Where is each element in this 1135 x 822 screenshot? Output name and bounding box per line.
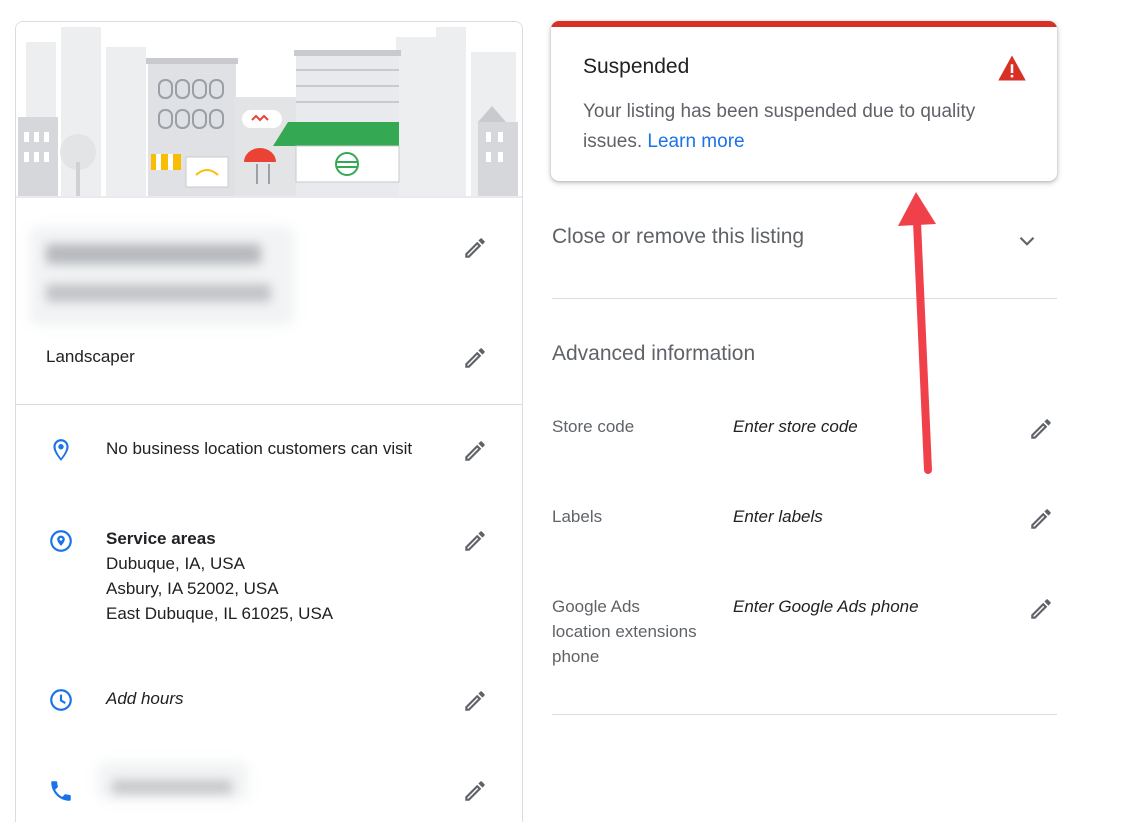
status-message: Your listing has been suspended due to q… bbox=[583, 97, 1013, 157]
business-name-redacted-line bbox=[46, 244, 261, 264]
service-area-line: Dubuque, IA, USA bbox=[106, 554, 245, 573]
ads-phone-label: Google Ads location extensions phone bbox=[552, 597, 697, 666]
store-code-value[interactable]: Enter store code bbox=[733, 414, 858, 439]
business-name-redacted-line bbox=[46, 284, 271, 302]
edit-phone-button[interactable] bbox=[462, 778, 488, 804]
business-name-redacted bbox=[30, 227, 294, 325]
ads-phone-value[interactable]: Enter Google Ads phone bbox=[733, 594, 919, 619]
edit-category-button[interactable] bbox=[462, 345, 488, 371]
edit-name-button[interactable] bbox=[462, 235, 488, 261]
section-divider bbox=[552, 298, 1057, 299]
status-title: Suspended bbox=[583, 55, 690, 78]
service-areas-title: Service areas bbox=[106, 529, 216, 548]
location-pin-icon bbox=[48, 437, 74, 463]
section-divider bbox=[552, 714, 1057, 715]
learn-more-link[interactable]: Learn more bbox=[647, 131, 744, 152]
labels-value[interactable]: Enter labels bbox=[733, 504, 823, 529]
edit-location-button[interactable] bbox=[462, 438, 488, 464]
storefront-illustration bbox=[16, 22, 522, 198]
edit-labels-button[interactable] bbox=[1028, 506, 1054, 532]
location-text: No business location customers can visit bbox=[106, 439, 413, 458]
hours-text[interactable]: Add hours bbox=[106, 686, 184, 711]
suspension-notice-card: Suspended Your listing has been suspende… bbox=[551, 21, 1057, 181]
edit-store-code-button[interactable] bbox=[1028, 416, 1054, 442]
close-remove-listing-toggle[interactable]: Close or remove this listing bbox=[552, 225, 804, 249]
status-message-text: Your listing has been suspended due to q… bbox=[583, 101, 976, 152]
edit-ads-phone-button[interactable] bbox=[1028, 596, 1054, 622]
service-area-icon bbox=[48, 528, 74, 554]
edit-hours-button[interactable] bbox=[462, 688, 488, 714]
edit-service-areas-button[interactable] bbox=[462, 528, 488, 554]
phone-icon bbox=[48, 778, 74, 804]
error-accent-bar bbox=[551, 21, 1057, 27]
labels-label: Labels bbox=[552, 507, 603, 526]
card-divider bbox=[16, 404, 522, 405]
clock-icon bbox=[48, 687, 74, 713]
category-text: Landscaper bbox=[46, 347, 135, 366]
service-area-line: Asbury, IA 52002, USA bbox=[106, 579, 279, 598]
warning-icon bbox=[998, 55, 1026, 81]
chevron-down-icon[interactable] bbox=[1014, 228, 1040, 254]
store-code-label: Store code bbox=[552, 417, 635, 436]
service-area-line: East Dubuque, IL 61025, USA bbox=[106, 604, 334, 623]
phone-number-redacted-line bbox=[112, 780, 232, 794]
annotation-arrow bbox=[898, 192, 936, 474]
advanced-info-title: Advanced information bbox=[552, 342, 756, 365]
business-profile-card: Landscaper No business location customer… bbox=[15, 21, 523, 822]
